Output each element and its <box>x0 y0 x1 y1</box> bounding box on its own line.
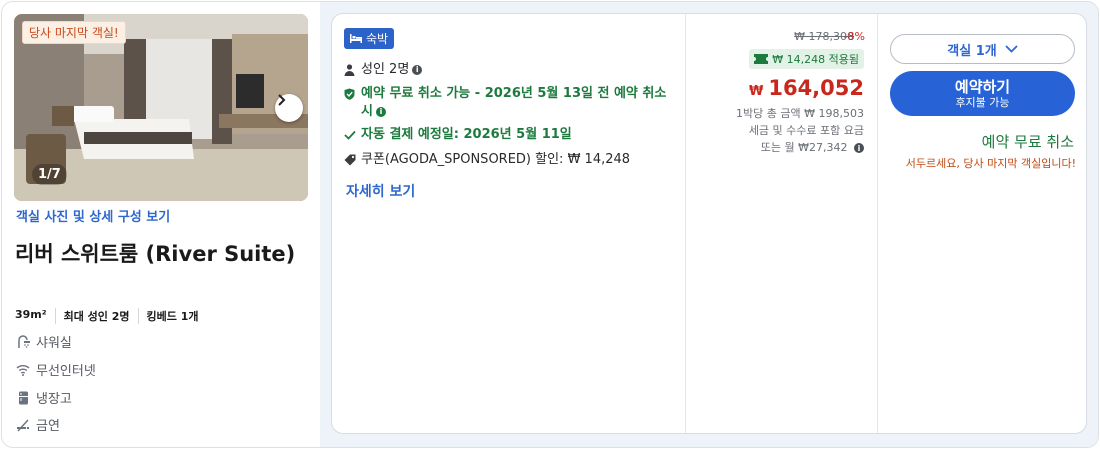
shield-check-icon <box>344 85 358 103</box>
room-photo[interactable]: 당사 마지막 객실! 1/7 <box>14 14 308 201</box>
room-quantity-select[interactable]: 객실 1개 <box>890 34 1075 64</box>
fridge-icon <box>15 390 31 406</box>
details-link[interactable]: 자세히 보기 <box>346 181 415 201</box>
amenity-wifi: 무선인터넷 <box>15 360 96 379</box>
person-icon <box>344 61 358 79</box>
info-icon[interactable]: i <box>854 143 864 153</box>
chevron-down-icon <box>1005 45 1018 53</box>
book-now-button[interactable]: 예약하기 후지불 가능 <box>890 71 1075 116</box>
guest-count: 성인 2명 i <box>344 61 423 79</box>
pay-later-label: 후지불 가능 <box>955 95 1010 109</box>
last-room-warning: 서두르세요, 당사 마지막 객실입니다! <box>905 157 1076 170</box>
free-cancellation-label: 예약 무료 취소 가능 - 2026년 5월 13일 전 예약 취소 시 <box>361 86 667 119</box>
column-divider <box>685 14 686 433</box>
stay-tag-label: 숙박 <box>366 32 389 46</box>
room-bed-type: 킹베드 1개 <box>137 308 207 324</box>
amenity-label: 금연 <box>36 419 60 434</box>
tax-included-note: 세금 및 수수료 포함 요금 <box>748 124 864 137</box>
info-icon[interactable]: i <box>375 106 386 117</box>
photo-counter: 1/7 <box>32 164 67 185</box>
info-icon[interactable]: i <box>412 65 423 75</box>
next-photo-button[interactable] <box>275 94 303 122</box>
free-cancellation-note: 예약 무료 취소 <box>981 133 1074 151</box>
amenity-label: 샤워실 <box>36 336 72 351</box>
coupon-applied-label: ₩ 14,248 적용됨 <box>772 53 859 66</box>
total-per-night: 1박당 총 금액 ₩ 198,503 <box>736 107 864 120</box>
last-room-badge: 당사 마지막 객실! <box>22 21 126 44</box>
free-cancellation-text[interactable]: 예약 무료 취소 가능 - 2026년 5월 13일 전 예약 취소 시i <box>361 85 679 121</box>
column-divider <box>877 14 878 433</box>
room-info-column: 당사 마지막 객실! 1/7 객실 사진 및 상세 구성 보기 리버 스위트룸 … <box>2 2 320 447</box>
bed-icon <box>350 34 362 43</box>
monthly-installment: 또는 월 ₩27,342 i <box>761 139 864 155</box>
chevron-right-icon <box>278 94 286 106</box>
shower-icon <box>15 334 31 350</box>
amenity-label: 무선인터넷 <box>36 364 96 379</box>
room-max-occupancy: 최대 성인 2명 <box>54 308 138 324</box>
room-size: 39m² <box>15 308 47 321</box>
room-photos-link[interactable]: 객실 사진 및 상세 구성 보기 <box>16 206 170 225</box>
free-cancellation-policy: 예약 무료 취소 가능 - 2026년 5월 13일 전 예약 취소 시i <box>344 85 679 121</box>
price-amount: 164,052 <box>768 76 864 100</box>
coupon-discount: 쿠폰(AGODA_SPONSORED) 할인: ₩ 14,248 <box>344 151 630 169</box>
monthly-installment-label: 또는 월 ₩27,342 <box>760 141 848 154</box>
final-price: ₩ 164,052 <box>749 76 864 100</box>
room-quantity-value: 객실 1개 <box>947 43 997 59</box>
coupon-label: 쿠폰(AGODA_SPONSORED) 할인: ₩ 14,248 <box>361 152 631 167</box>
guest-count-label: 성인 2명 <box>361 62 410 77</box>
room-title: 리버 스위트룸 (River Suite) <box>15 242 296 266</box>
amenity-no-smoking: 금연 <box>15 415 60 434</box>
wifi-icon <box>15 362 31 378</box>
auto-payment-date: 자동 결제 예정일: 2026년 5월 11일 <box>344 126 572 144</box>
currency-symbol: ₩ <box>749 84 764 99</box>
amenity-fridge: 냉장고 <box>15 388 72 407</box>
check-icon <box>344 126 358 144</box>
stay-tag: 숙박 <box>344 28 395 49</box>
amenity-shower: 샤워실 <box>15 332 72 351</box>
room-facts: 39m² 최대 성인 2명 킹베드 1개 <box>15 308 206 324</box>
no-smoking-icon <box>15 417 31 433</box>
book-now-label: 예약하기 <box>954 77 1011 96</box>
ticket-icon <box>754 54 769 64</box>
offer-row: 숙박 성인 2명 i 예약 무료 취소 가능 - 2026년 5월 13일 전 … <box>331 13 1087 434</box>
coupon-applied-badge: ₩ 14,248 적용됨 <box>749 49 864 69</box>
discount-percent: -8% <box>843 30 865 43</box>
auto-payment-label: 자동 결제 예정일: 2026년 5월 11일 <box>361 127 572 142</box>
tag-icon <box>344 151 358 169</box>
amenity-label: 냉장고 <box>36 392 72 407</box>
